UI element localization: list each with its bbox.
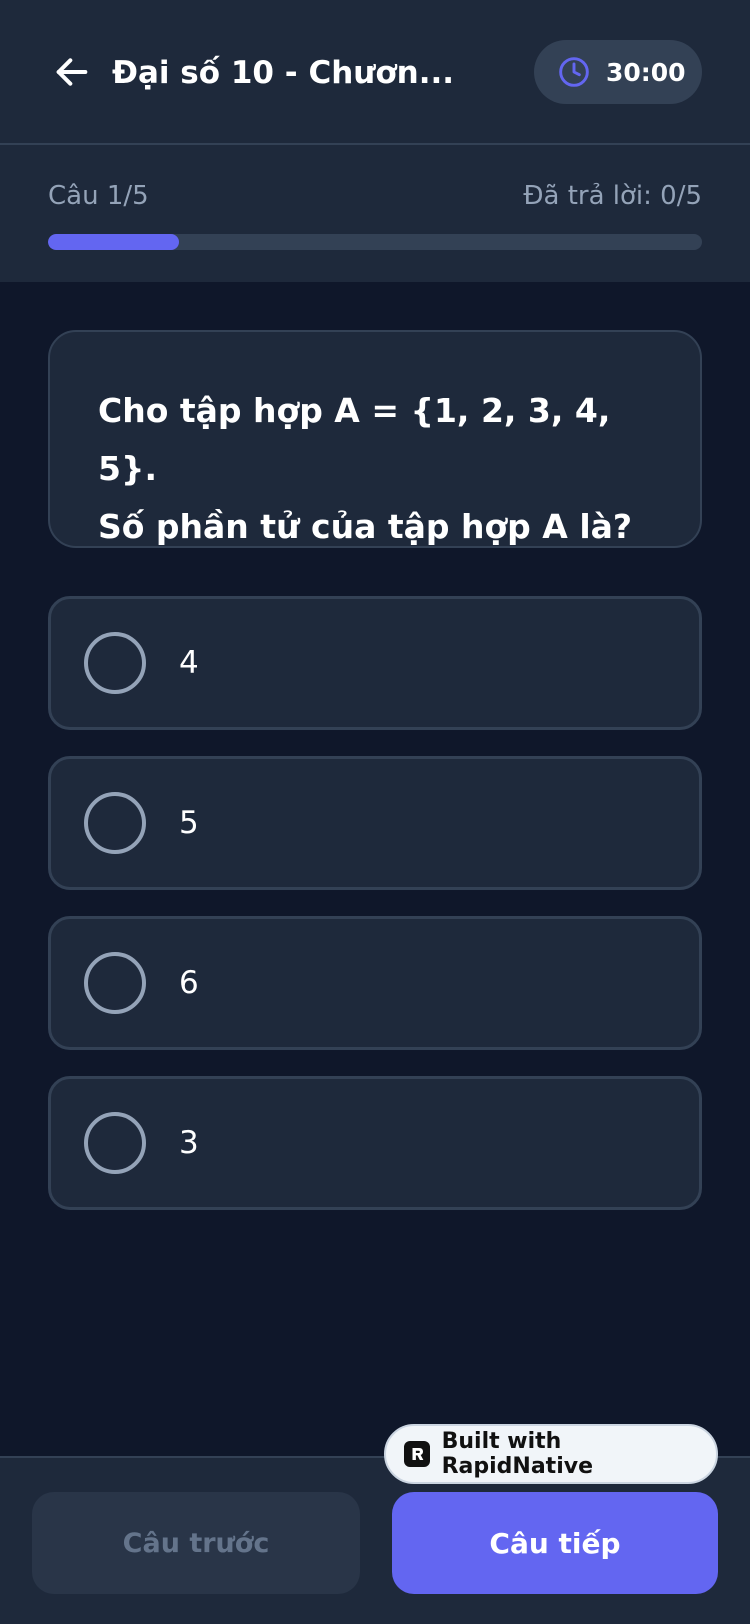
answer-option[interactable]: 6 (48, 916, 702, 1050)
radio-button[interactable] (84, 792, 146, 854)
previous-question-button[interactable]: Câu trước (32, 1492, 360, 1594)
question-line-2: Số phần tử của tập hợp A là? (98, 507, 633, 546)
answer-option[interactable]: 5 (48, 756, 702, 890)
progress-section: Câu 1/5 Đã trả lời: 0/5 (0, 145, 750, 282)
clock-icon (559, 57, 589, 87)
answer-option[interactable]: 3 (48, 1076, 702, 1210)
answer-option-label: 4 (179, 645, 199, 681)
answer-option[interactable]: 4 (48, 596, 702, 730)
timer-badge: 30:00 (534, 40, 702, 104)
back-button[interactable] (48, 48, 96, 96)
progress-bar (48, 234, 702, 250)
timer-value: 30:00 (606, 57, 686, 87)
answer-option-label: 5 (179, 805, 199, 841)
radio-button[interactable] (84, 952, 146, 1014)
radio-button[interactable] (84, 1112, 146, 1174)
next-question-button[interactable]: Câu tiếp (392, 1492, 718, 1594)
radio-button[interactable] (84, 632, 146, 694)
question-line-1: Cho tập hợp A = {1, 2, 3, 4, 5}. (98, 391, 611, 488)
answer-option-label: 3 (179, 1125, 199, 1161)
arrow-left-icon (56, 58, 88, 86)
page-title: Đại số 10 - Chươn... (112, 55, 455, 91)
rapidnative-logo-icon (404, 1441, 430, 1467)
answer-option-label: 6 (179, 965, 199, 1001)
built-with-badge[interactable]: Built with RapidNative (384, 1424, 718, 1484)
question-card: Cho tập hợp A = {1, 2, 3, 4, 5}. Số phần… (48, 330, 702, 548)
built-with-text: Built with RapidNative (441, 1429, 593, 1479)
app-header: Đại số 10 - Chươn... 30:00 (0, 0, 750, 145)
progress-bar-fill (48, 234, 179, 250)
question-counter: Câu 1/5 (48, 181, 149, 211)
answered-counter: Đã trả lời: 0/5 (523, 181, 702, 211)
